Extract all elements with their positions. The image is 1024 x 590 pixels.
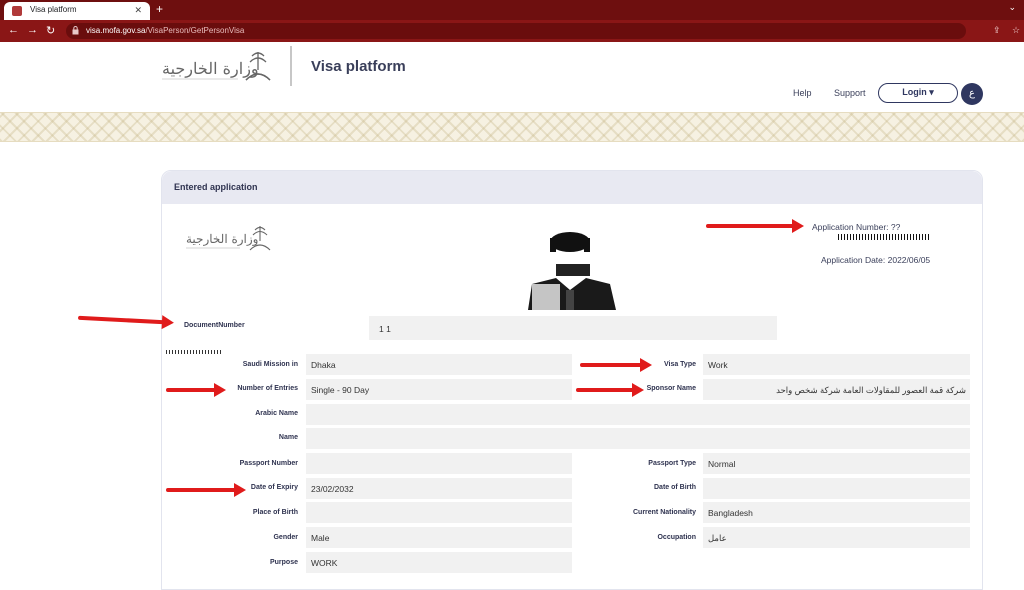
document-number-value: 1 1 xyxy=(379,324,391,334)
lock-icon xyxy=(72,26,79,35)
site-favicon-icon xyxy=(12,6,22,16)
arabic-name-field xyxy=(306,404,970,425)
back-arrow-icon[interactable]: ← xyxy=(8,24,19,36)
passport-type-label: Passport Type xyxy=(648,460,696,467)
tab-title: Visa platform xyxy=(30,5,77,14)
browser-tab[interactable]: Visa platform ✕ xyxy=(4,2,150,20)
redacted-stripe xyxy=(166,350,222,354)
passport-number-label: Passport Number xyxy=(239,460,298,467)
entered-application-card: Entered application وزارة الخارجية Appli… xyxy=(161,170,983,590)
close-icon[interactable]: ✕ xyxy=(134,5,142,16)
url-bar[interactable]: visa.mofa.gov.sa/VisaPerson/GetPersonVis… xyxy=(66,23,966,39)
tab-search-chevron-icon[interactable]: ⌄ xyxy=(1008,2,1016,13)
number-of-entries-value: Single - 90 Day xyxy=(311,385,370,395)
name-label: Name xyxy=(278,434,298,441)
applicant-photo xyxy=(526,218,618,310)
occupation-field: عامل xyxy=(703,527,970,548)
annotation-arrow-date-of-expiry xyxy=(166,483,246,497)
sponsor-name-field: شركة قمة العصور للمقاولات العامة شركة شخ… xyxy=(703,379,970,400)
url-domain: visa.mofa.gov.sa xyxy=(86,26,146,35)
saudi-mission-field: Dhaka xyxy=(306,354,572,375)
passport-number-field xyxy=(306,453,572,474)
purpose-value: WORK xyxy=(311,558,338,568)
share-icon[interactable]: ⇪ xyxy=(993,25,1001,36)
url-path: /VisaPerson/GetPersonVisa xyxy=(145,26,245,35)
mofa-logo-icon: وزارة الخارجية xyxy=(162,52,271,81)
current-nationality-value: Bangladesh xyxy=(708,508,753,518)
occupation-label: Occupation xyxy=(657,534,696,541)
passport-type-value: Normal xyxy=(708,459,736,469)
browser-tab-bar: Visa platform ✕ + ⌄ xyxy=(0,0,1024,20)
browser-toolbar: ← → ↻ visa.mofa.gov.sa/VisaPerson/GetPer… xyxy=(0,20,1024,42)
svg-text:وزارة الخارجية: وزارة الخارجية xyxy=(162,59,259,78)
gender-field: Male xyxy=(306,527,572,548)
mofa-document-logo-icon: وزارة الخارجية xyxy=(186,226,271,251)
application-number: Application Number: ?? xyxy=(812,222,900,232)
header-divider xyxy=(290,46,292,86)
annotation-arrow-number-of-entries xyxy=(166,383,226,397)
site-header: وزارة الخارجية Visa platform Help Suppor… xyxy=(0,42,1024,112)
support-link[interactable]: Support xyxy=(834,88,866,98)
card-title: Entered application xyxy=(174,182,258,192)
date-of-birth-field xyxy=(703,478,970,499)
document-number-field: 1 1 xyxy=(369,316,777,340)
redacted-barcode xyxy=(838,234,930,240)
place-of-birth-label: Place of Birth xyxy=(252,509,298,516)
occupation-value: عامل xyxy=(708,533,727,543)
url-text: visa.mofa.gov.sa/VisaPerson/GetPersonVis… xyxy=(86,26,244,35)
current-nationality-field: Bangladesh xyxy=(703,502,970,523)
saudi-mission-value: Dhaka xyxy=(311,360,336,370)
bookmark-star-icon[interactable]: ☆ xyxy=(1012,25,1020,36)
login-dropdown-button[interactable]: Login ▾ xyxy=(878,83,958,103)
current-nationality-label: Current Nationality xyxy=(632,509,696,516)
annotation-arrow-application-number xyxy=(706,219,804,233)
forward-arrow-icon[interactable]: → xyxy=(27,24,38,36)
document-number-label: DocumentNumber xyxy=(184,322,245,329)
application-number-value: ?? xyxy=(890,222,901,232)
visa-type-value: Work xyxy=(708,360,728,370)
new-tab-plus-icon[interactable]: + xyxy=(156,2,163,16)
help-link[interactable]: Help xyxy=(793,88,812,98)
name-field xyxy=(306,428,970,449)
decorative-pattern-band xyxy=(0,112,1024,142)
purpose-field: WORK xyxy=(306,552,572,573)
annotation-arrow-document-number xyxy=(77,315,165,325)
application-number-label: Application Number: xyxy=(812,222,889,232)
purpose-label: Purpose xyxy=(269,559,298,566)
annotation-arrow-visa-type xyxy=(580,358,652,372)
language-toggle-button[interactable]: ع xyxy=(961,83,983,105)
number-of-entries-field: Single - 90 Day xyxy=(306,379,572,400)
date-of-expiry-value: 23/02/2032 xyxy=(311,484,354,494)
place-of-birth-field xyxy=(306,502,572,523)
visa-type-field: Work xyxy=(703,354,970,375)
saudi-mission-label: Saudi Mission in xyxy=(242,361,298,368)
svg-text:وزارة الخارجية: وزارة الخارجية xyxy=(186,232,258,246)
reload-icon[interactable]: ↻ xyxy=(46,24,55,37)
passport-type-field: Normal xyxy=(703,453,970,474)
date-of-expiry-field: 23/02/2032 xyxy=(306,478,572,499)
site-title: Visa platform xyxy=(311,58,406,75)
arabic-name-label: Arabic Name xyxy=(255,410,298,417)
date-of-birth-label: Date of Birth xyxy=(654,484,696,491)
application-date: Application Date: 2022/06/05 xyxy=(821,255,931,265)
sponsor-name-value: شركة قمة العصور للمقاولات العامة شركة شخ… xyxy=(776,385,966,395)
annotation-arrow-sponsor-name xyxy=(576,383,644,397)
gender-label: Gender xyxy=(273,534,298,541)
card-header: Entered application xyxy=(162,171,982,204)
gender-value: Male xyxy=(311,533,330,543)
